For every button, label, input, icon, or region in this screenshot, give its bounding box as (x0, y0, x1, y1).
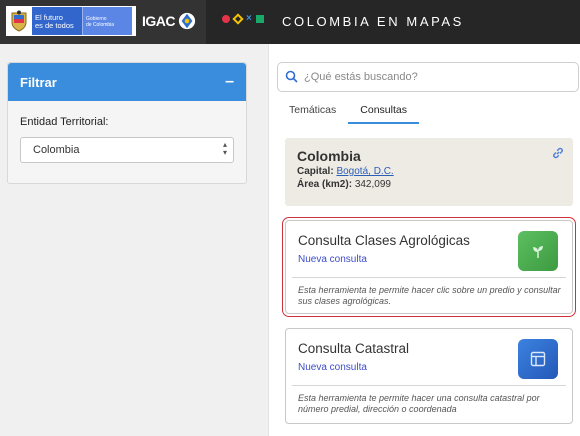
new-query-link[interactable]: Nueva consulta (298, 254, 367, 265)
tab-tematicas[interactable]: Temáticas (277, 102, 348, 124)
tool-title: Consulta Catastral (298, 341, 410, 356)
search-input[interactable]: ¿Qué estás buscando? (277, 62, 579, 92)
capital-row: Capital: Bogotá, D.C. (297, 166, 394, 177)
tool-card-agrologicas[interactable]: Consulta Clases Agrológicas Nueva consul… (282, 217, 576, 317)
filter-panel: Filtrar – Entidad Territorial: Colombia … (7, 62, 247, 184)
gov-slogan: El futuro es de todos (32, 7, 82, 35)
new-query-link[interactable]: Nueva consulta (298, 362, 367, 373)
brand-mark-icon: × (222, 13, 264, 25)
divider (292, 277, 566, 278)
area-value: 342,099 (354, 179, 391, 190)
tool-description: Esta herramienta te permite hacer una co… (298, 393, 540, 414)
gov-logo[interactable]: El futuro es de todos Gobierno de Colomb… (6, 6, 136, 36)
colombia-shield-icon (6, 7, 32, 35)
search-icon (285, 70, 298, 83)
divider (292, 385, 566, 386)
side-panel: ¿Qué estás buscando? Temáticas Consultas… (268, 44, 580, 436)
territory-name: Colombia (297, 148, 361, 164)
entity-select[interactable]: Colombia ▴ ▾ (20, 137, 234, 163)
tool-description: Esta herramienta te permite hacer clic s… (298, 285, 561, 306)
entity-selected-value: Colombia (33, 144, 80, 156)
filter-title: Filtrar (20, 74, 57, 90)
tool-card-catastral[interactable]: Consulta Catastral Nueva consulta Esta h… (285, 328, 573, 424)
brand-title[interactable]: COLOMBIA EN MAPAS (282, 14, 464, 29)
plant-icon (518, 231, 558, 271)
gov-name: Gobierno de Colombia (82, 7, 132, 35)
collapse-icon[interactable]: – (225, 73, 234, 91)
tab-bar: Temáticas Consultas (277, 102, 419, 124)
entity-label: Entidad Territorial: (20, 116, 109, 128)
tab-consultas[interactable]: Consultas (348, 102, 419, 124)
layout-icon (518, 339, 558, 379)
top-header: El futuro es de todos Gobierno de Colomb… (0, 0, 580, 44)
link-icon[interactable] (551, 146, 565, 160)
igac-logo[interactable]: IGAC (142, 6, 196, 36)
search-placeholder: ¿Qué estás buscando? (304, 71, 418, 83)
select-arrows-icon: ▴ ▾ (222, 140, 227, 157)
area-row: Área (km2): 342,099 (297, 179, 391, 190)
territory-info-card: Colombia Capital: Bogotá, D.C. Área (km2… (285, 138, 573, 206)
capital-link[interactable]: Bogotá, D.C. (336, 166, 393, 177)
igac-emblem-icon (178, 12, 196, 30)
tool-title: Consulta Clases Agrológicas (298, 233, 470, 248)
filter-header[interactable]: Filtrar – (8, 63, 246, 101)
